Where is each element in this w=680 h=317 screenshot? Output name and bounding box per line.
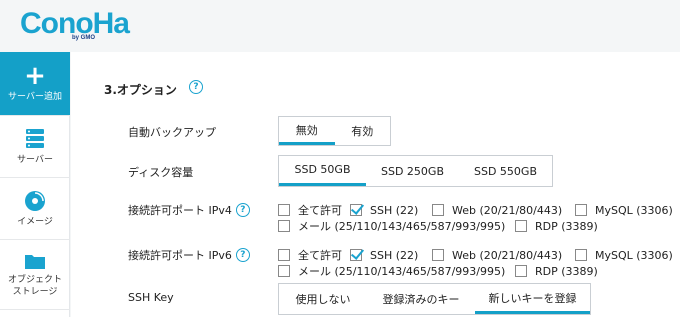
disk-option-50gb[interactable]: SSD 50GB: [279, 156, 366, 186]
checkbox[interactable]: [575, 204, 587, 216]
checkbox[interactable]: [278, 249, 290, 261]
sidebar-item-label: サーバー: [17, 154, 53, 165]
sidebar-item-label: オブジェクト ストレージ: [7, 274, 62, 297]
disk-option-250gb[interactable]: SSD 250GB: [366, 156, 459, 186]
checkbox-label: RDP (3389): [535, 219, 598, 233]
plus-icon: +: [24, 60, 46, 91]
ipv6-web[interactable]: Web (20/21/80/443): [432, 249, 575, 262]
checkbox[interactable]: [350, 249, 362, 261]
ipv4-allow-all[interactable]: 全て許可: [278, 202, 350, 218]
ssh-key-selector: 使用しない 登録済みのキー 新しいキーを登録: [278, 283, 591, 315]
sidebar-item-image[interactable]: イメージ: [0, 178, 70, 240]
checkbox-label: Web (20/21/80/443): [452, 248, 563, 262]
top-bar: ConoHa by GMO: [0, 0, 680, 52]
ssh-key-option-new[interactable]: 新しいキーを登録: [475, 284, 590, 314]
ipv4-label: 接続許可ポート IPv4 ?: [128, 202, 250, 218]
help-icon[interactable]: ?: [235, 248, 250, 262]
checkbox-label: 全て許可: [298, 249, 342, 262]
checkbox[interactable]: [432, 204, 444, 216]
ipv4-ports-row2: メール (25/110/143/465/587/993/995) RDP (33…: [278, 218, 598, 234]
checkbox[interactable]: [575, 249, 587, 261]
ipv6-label: 接続許可ポート IPv6 ?: [128, 247, 250, 263]
main-content: 3.オプション ? 自動バックアップ 無効 有効 ディスク容量 SSD 50GB…: [71, 52, 680, 317]
auto-backup-label: 自動バックアップ: [128, 126, 216, 139]
ipv6-ports-row1: 全て許可 SSH (22) Web (20/21/80/443) MySQL (…: [278, 247, 673, 263]
auto-backup-option-off[interactable]: 無効: [279, 117, 335, 145]
server-icon: [26, 128, 44, 148]
sidebar-item-label: サーバー追加: [8, 91, 62, 102]
checkbox[interactable]: [278, 220, 290, 232]
sidebar-item-server[interactable]: サーバー: [0, 116, 70, 178]
checkbox[interactable]: [515, 220, 527, 232]
ipv4-mysql[interactable]: MySQL (3306): [575, 204, 673, 217]
ipv6-mysql[interactable]: MySQL (3306): [575, 249, 673, 262]
checkbox-label: SSH (22): [370, 248, 419, 262]
auto-backup-option-on[interactable]: 有効: [335, 117, 391, 145]
ipv6-ssh[interactable]: SSH (22): [350, 249, 432, 262]
checkbox-label: SSH (22): [370, 203, 419, 217]
checkbox-label: MySQL (3306): [595, 203, 673, 217]
checkbox-label: 全て許可: [298, 204, 342, 217]
checkbox-label: メール (25/110/143/465/587/993/995): [298, 220, 506, 233]
ipv6-allow-all[interactable]: 全て許可: [278, 247, 350, 263]
sidebar-item-add-server[interactable]: + サーバー追加: [0, 52, 70, 116]
ipv4-rdp[interactable]: RDP (3389): [515, 220, 598, 233]
ipv6-ports-row2: メール (25/110/143/465/587/993/995) RDP (33…: [278, 263, 598, 279]
sidebar-item-label: イメージ: [17, 216, 53, 227]
checkbox[interactable]: [432, 249, 444, 261]
help-icon[interactable]: ?: [189, 80, 203, 94]
ssh-key-label: SSH Key: [128, 291, 174, 304]
ipv6-mail[interactable]: メール (25/110/143/465/587/993/995): [278, 263, 515, 279]
logo-sub: by GMO: [72, 35, 96, 41]
checkbox-label: RDP (3389): [535, 264, 598, 278]
help-icon[interactable]: ?: [235, 203, 250, 217]
checkbox[interactable]: [278, 265, 290, 277]
checkbox[interactable]: [515, 265, 527, 277]
ipv6-rdp[interactable]: RDP (3389): [515, 265, 598, 278]
conoha-logo[interactable]: ConoHa by GMO: [20, 4, 130, 44]
checkbox-label: MySQL (3306): [595, 248, 673, 262]
sidebar: + サーバー追加 サーバー イメージ オブジェクト ストレージ: [0, 52, 70, 317]
ipv4-ports-row1: 全て許可 SSH (22) Web (20/21/80/443) MySQL (…: [278, 202, 673, 218]
checkbox-label: メール (25/110/143/465/587/993/995): [298, 265, 506, 278]
folder-icon: [25, 254, 45, 269]
ipv6-label-text: 接続許可ポート IPv6: [128, 249, 232, 262]
disk-size-selector: SSD 50GB SSD 250GB SSD 550GB: [278, 155, 553, 187]
ssh-key-option-registered[interactable]: 登録済みのキー: [367, 284, 475, 314]
disk-option-550gb[interactable]: SSD 550GB: [459, 156, 552, 186]
ipv4-ssh[interactable]: SSH (22): [350, 204, 432, 217]
sidebar-item-object-storage[interactable]: オブジェクト ストレージ: [0, 240, 70, 310]
checkbox-label: Web (20/21/80/443): [452, 203, 563, 217]
disk-label: ディスク容量: [128, 166, 194, 179]
ipv4-mail[interactable]: メール (25/110/143/465/587/993/995): [278, 218, 515, 234]
ipv4-label-text: 接続許可ポート IPv4: [128, 204, 232, 217]
ssh-key-option-none[interactable]: 使用しない: [279, 284, 367, 314]
auto-backup-toggle: 無効 有効: [278, 116, 391, 146]
section-title: 3.オプション: [104, 83, 177, 97]
ipv4-web[interactable]: Web (20/21/80/443): [432, 204, 575, 217]
disc-icon: [25, 190, 45, 211]
checkbox[interactable]: [278, 204, 290, 216]
checkbox[interactable]: [350, 204, 362, 216]
